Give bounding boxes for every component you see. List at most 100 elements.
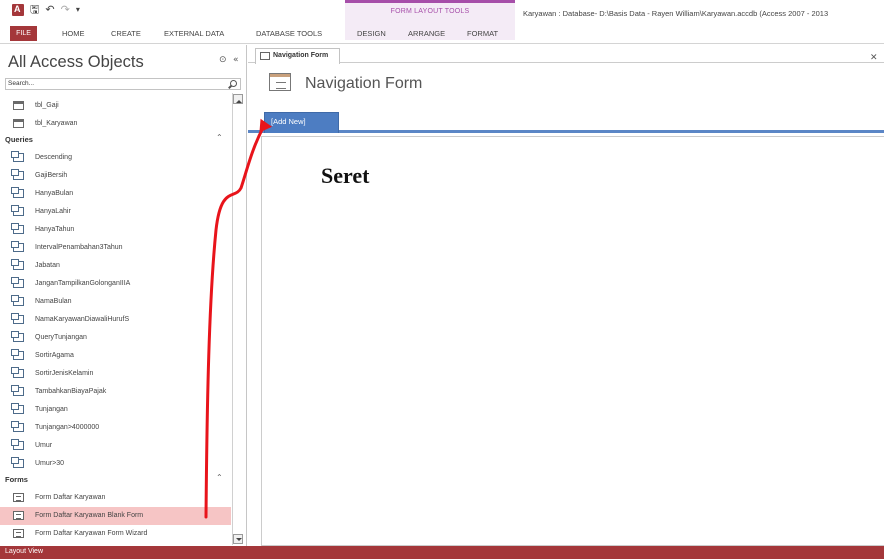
collapse-icon[interactable]: ⌃: [216, 473, 223, 482]
list-item[interactable]: NamaKaryawanDiawaliHurufS: [0, 311, 231, 329]
form-icon: [13, 529, 24, 538]
search-icon[interactable]: [230, 80, 237, 87]
status-text: Layout View: [5, 548, 44, 555]
list-item-label: IntervalPenambahan3Tahun: [35, 244, 123, 251]
status-bar: Layout View: [0, 546, 884, 559]
window-title: Karyawan : Database- D:\Basis Data - Ray…: [523, 9, 829, 18]
query-icon: [11, 277, 24, 288]
query-icon: [11, 331, 24, 342]
query-icon: [11, 421, 24, 432]
tab-database-tools[interactable]: DATABASE TOOLS: [256, 29, 322, 38]
nav-pane-menu-icon[interactable]: ⊙: [219, 55, 227, 65]
form-title[interactable]: Navigation Form: [305, 75, 422, 93]
query-icon: [11, 403, 24, 414]
list-item-label: Form Daftar Karyawan Form Wizard: [35, 530, 148, 537]
tab-design[interactable]: DESIGN: [357, 29, 386, 38]
list-item[interactable]: HanyaTahun: [0, 221, 231, 239]
list-item-label: NamaBulan: [35, 298, 72, 305]
query-icon: [11, 313, 24, 324]
access-app-icon[interactable]: [12, 3, 24, 16]
query-icon: [11, 151, 24, 162]
nav-search-placeholder: Search...: [8, 80, 35, 87]
list-item[interactable]: SortirJenisKelamin: [0, 365, 231, 383]
list-item[interactable]: HanyaBulan: [0, 185, 231, 203]
nav-object-list: tbl_Gaji tbl_Karyawan Queries ⌃ Descendi…: [0, 93, 231, 545]
list-item-label: HanyaBulan: [35, 190, 74, 197]
collapse-icon[interactable]: ⌃: [216, 133, 223, 142]
scroll-up-icon[interactable]: [233, 94, 243, 104]
list-item-label: SortirJenisKelamin: [35, 370, 94, 377]
add-new-button[interactable]: [Add New]: [264, 112, 339, 133]
table-icon: [13, 101, 24, 110]
list-item[interactable]: TambahkanBiayaPajak: [0, 383, 231, 401]
list-item-label: TambahkanBiayaPajak: [35, 388, 107, 395]
tab-arrange[interactable]: ARRANGE: [408, 29, 445, 38]
query-icon: [11, 223, 24, 234]
undo-icon[interactable]: ↶: [45, 4, 54, 16]
nav-pane-title[interactable]: All Access Objects: [8, 53, 144, 72]
list-item[interactable]: HanyaLahir: [0, 203, 231, 221]
query-icon: [11, 259, 24, 270]
list-item[interactable]: Descending: [0, 149, 231, 167]
list-item[interactable]: Form Daftar Karyawan: [0, 489, 231, 507]
list-item-label: GajiBersih: [35, 172, 68, 179]
redo-icon[interactable]: ↷: [61, 4, 70, 16]
list-item[interactable]: Form Daftar Karyawan Form Wizard: [0, 525, 231, 543]
list-item[interactable]: Tunjangan>4000000: [0, 419, 231, 437]
list-item[interactable]: NamaBulan: [0, 293, 231, 311]
group-label: Forms: [5, 475, 28, 484]
list-item[interactable]: tbl_Gaji: [0, 97, 231, 115]
list-item[interactable]: IntervalPenambahan3Tahun: [0, 239, 231, 257]
navigation-control[interactable]: [Add New]: [248, 106, 884, 133]
contextual-tab-group-label: FORM LAYOUT TOOLS: [390, 8, 470, 15]
list-item[interactable]: Umur>30: [0, 455, 231, 473]
list-item[interactable]: Umur: [0, 437, 231, 455]
list-item[interactable]: GajiBersih: [0, 167, 231, 185]
tab-format[interactable]: FORMAT: [467, 29, 498, 38]
list-item-label: Jabatan: [35, 262, 60, 269]
tab-external-data[interactable]: EXTERNAL DATA: [164, 29, 224, 38]
tab-create[interactable]: CREATE: [111, 29, 141, 38]
shutter-bar-close-icon[interactable]: «: [233, 55, 239, 65]
list-item-label: JanganTampilkanGolonganIIIA: [35, 280, 131, 287]
list-item-label: Form Daftar Karyawan: [35, 494, 106, 501]
list-item[interactable]: Jabatan: [0, 257, 231, 275]
ribbon-tabs: HOME CREATE EXTERNAL DATA DATABASE TOOLS…: [0, 26, 884, 44]
navigation-subform[interactable]: [261, 136, 884, 546]
list-item-label: tbl_Gaji: [35, 102, 59, 109]
list-item-label: HanyaTahun: [35, 226, 75, 233]
list-item[interactable]: JanganTampilkanGolonganIIIA: [0, 275, 231, 293]
query-icon: [11, 295, 24, 306]
list-item-selected[interactable]: Form Daftar Karyawan Blank Form: [0, 507, 231, 525]
close-icon[interactable]: ✕: [870, 53, 878, 63]
group-label: Queries: [5, 135, 33, 144]
list-item-label: Tunjangan: [35, 406, 68, 413]
tab-navigation-form[interactable]: Navigation Form: [255, 48, 340, 64]
tab-file[interactable]: FILE: [10, 26, 37, 41]
document-tab-bar: Navigation Form: [248, 45, 884, 64]
query-icon: [11, 457, 24, 468]
doc-tab-label: Navigation Form: [273, 52, 329, 59]
list-item-label: Descending: [35, 154, 72, 161]
nav-search-input[interactable]: Search...: [5, 78, 241, 90]
form-icon: [260, 52, 270, 60]
list-item-label: HanyaLahir: [35, 208, 71, 215]
group-header-queries[interactable]: Queries ⌃: [0, 132, 231, 148]
save-icon[interactable]: 🖫: [30, 4, 39, 16]
list-item[interactable]: QueryTunjangan: [0, 329, 231, 347]
tab-home[interactable]: HOME: [62, 29, 85, 38]
list-item-label: QueryTunjangan: [35, 334, 87, 341]
form-title-icon: [269, 73, 291, 91]
list-item-label: tbl_Karyawan: [35, 120, 78, 127]
customize-qat-icon[interactable]: ▾: [76, 4, 80, 16]
query-icon: [11, 439, 24, 450]
list-item[interactable]: Tunjangan: [0, 401, 231, 419]
list-item-label: SortirAgama: [35, 352, 74, 359]
list-item[interactable]: tbl_Karyawan: [0, 115, 231, 133]
group-header-forms[interactable]: Forms ⌃: [0, 472, 231, 488]
list-item-label: NamaKaryawanDiawaliHurufS: [35, 316, 130, 323]
scroll-down-icon[interactable]: [233, 534, 243, 544]
nav-pane-scrollbar[interactable]: [232, 93, 243, 545]
list-item-label: Tunjangan>4000000: [35, 424, 100, 431]
list-item[interactable]: SortirAgama: [0, 347, 231, 365]
